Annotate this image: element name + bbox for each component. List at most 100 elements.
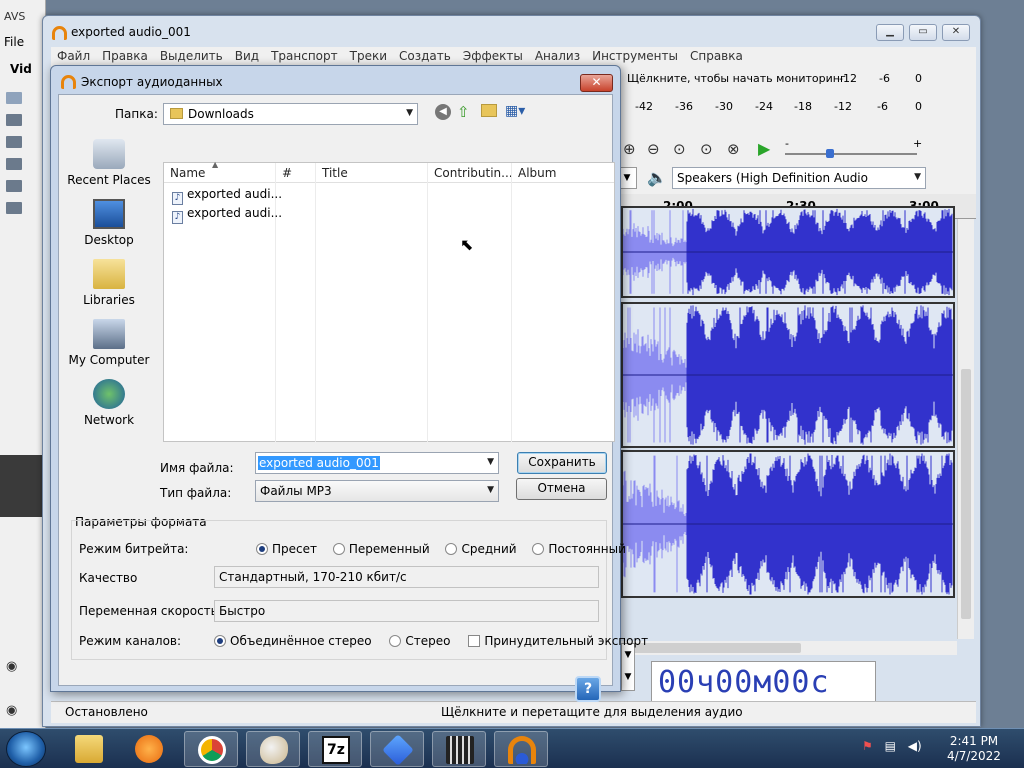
zoom-out-icon[interactable]: ⊖ — [647, 140, 660, 158]
dialog-close-button[interactable]: ✕ — [580, 74, 613, 92]
start-button[interactable] — [6, 731, 46, 767]
chevron-down-icon: ▼ — [406, 108, 413, 118]
column-name[interactable]: Name — [170, 166, 205, 180]
radio-average[interactable]: Средний — [445, 542, 517, 556]
place-desktop[interactable]: Desktop — [59, 199, 159, 247]
cancel-button[interactable]: Отмена — [516, 478, 607, 500]
clock[interactable]: 2:41 PM 4/7/2022 — [942, 734, 1006, 764]
selection-dropdown[interactable]: ▼ ▼ — [621, 643, 635, 691]
minimize-button[interactable]: ▁ — [876, 24, 904, 41]
folder-dropdown[interactable]: Downloads ▼ — [163, 103, 418, 125]
column-title[interactable]: Title — [322, 166, 348, 180]
monitor-prompt[interactable]: Щёлкните, чтобы начать мониторинг — [627, 72, 846, 85]
output-device-dropdown[interactable]: Speakers (High Definition Audio ▼ — [672, 167, 926, 189]
radio-indicator[interactable] — [389, 635, 402, 647]
menu-help[interactable]: Справка — [684, 47, 749, 63]
close-button[interactable]: ✕ — [942, 24, 970, 41]
menu-tools[interactable]: Инструменты — [586, 47, 684, 63]
radio-indicator[interactable] — [214, 635, 226, 647]
list-item[interactable]: ♪ exported audi... — [172, 206, 282, 224]
background-app-tab[interactable]: Vid — [10, 62, 32, 76]
help-button[interactable]: ? — [575, 676, 601, 702]
menu-file[interactable]: Файл — [51, 47, 96, 63]
eye-icon[interactable]: ◉ — [6, 703, 17, 718]
taskbar-chrome[interactable] — [184, 731, 238, 767]
eye-icon[interactable]: ◉ — [6, 659, 17, 674]
horizontal-scrollbar[interactable] — [621, 641, 957, 655]
radio-indicator[interactable] — [445, 543, 458, 555]
force-export-checkbox[interactable]: Принудительный экспорт — [468, 634, 648, 648]
radio-joint-stereo[interactable]: Объединённое стерео — [214, 634, 372, 648]
audio-track-1[interactable] — [621, 206, 955, 298]
vertical-scrollbar[interactable] — [957, 219, 974, 639]
radio-stereo[interactable]: Стерео — [389, 634, 451, 648]
column-album[interactable]: Album — [518, 166, 556, 180]
radio-indicator[interactable] — [532, 543, 545, 555]
taskbar-app-diamond[interactable] — [370, 731, 424, 767]
menu-select[interactable]: Выделить — [154, 47, 229, 63]
menu-view[interactable]: Вид — [229, 47, 265, 63]
column-number[interactable]: # — [282, 166, 292, 180]
taskbar-media-player[interactable] — [122, 731, 176, 767]
save-button[interactable]: Сохранить — [517, 452, 607, 474]
menu-analyze[interactable]: Анализ — [529, 47, 586, 63]
place-recent[interactable]: Recent Places — [59, 139, 159, 187]
quality-dropdown[interactable]: Стандартный, 170-210 кбит/с — [214, 566, 599, 588]
file-list[interactable]: Name ▲ # Title Contributin... Album ♪ exp… — [163, 160, 615, 442]
menu-generate[interactable]: Создать — [393, 47, 457, 63]
radio-indicator[interactable] — [256, 543, 268, 555]
taskbar-explorer[interactable] — [62, 731, 116, 767]
menu-transport[interactable]: Транспорт — [265, 47, 344, 63]
view-menu-icon[interactable]: ▦▾ — [505, 103, 525, 119]
fit-selection-icon[interactable]: ⊙ — [673, 140, 686, 158]
maximize-button[interactable]: ▭ — [909, 24, 937, 41]
back-icon[interactable]: ◀ — [435, 104, 451, 120]
checkbox-indicator[interactable] — [468, 635, 481, 647]
taskbar-video-editor[interactable] — [432, 731, 486, 767]
new-folder-icon[interactable] — [481, 104, 497, 117]
place-libraries[interactable]: Libraries — [59, 259, 159, 307]
folder-icon[interactable] — [6, 158, 22, 170]
place-network[interactable]: Network — [59, 379, 159, 427]
speed-slider-thumb[interactable] — [826, 149, 834, 158]
place-my-computer[interactable]: My Computer — [59, 319, 159, 367]
radio-preset[interactable]: Пресет — [256, 542, 317, 556]
menu-tracks[interactable]: Треки — [344, 47, 393, 63]
radio-variable[interactable]: Переменный — [332, 542, 430, 556]
time-display[interactable]: 00ч00м00с — [651, 661, 876, 705]
up-folder-icon[interactable]: ⇧ — [457, 103, 470, 121]
scroll-thumb[interactable] — [961, 369, 971, 619]
variable-speed-dropdown[interactable]: Быстро — [214, 600, 599, 622]
filename-input[interactable]: exported audio_001 ▼ — [255, 452, 499, 474]
action-center-icon[interactable]: ⚑ — [862, 739, 873, 753]
speed-slider-track[interactable] — [785, 153, 917, 155]
taskbar-7zip[interactable]: 7z — [308, 731, 362, 767]
zoom-toggle-icon[interactable]: ⊗ — [727, 140, 740, 158]
column-contributing[interactable]: Contributin... — [434, 166, 513, 180]
folder-icon[interactable] — [6, 202, 22, 214]
background-app-file-menu[interactable]: File — [4, 35, 24, 49]
folder-icon[interactable] — [6, 136, 22, 148]
radio-constant[interactable]: Постоянный — [532, 542, 626, 556]
filetype-dropdown[interactable]: Файлы MP3 ▼ — [255, 480, 499, 502]
taskbar-audacity[interactable] — [494, 731, 548, 767]
audio-track-2-right[interactable] — [621, 450, 955, 598]
audio-track-2-left[interactable] — [621, 302, 955, 448]
taskbar-paint[interactable] — [246, 731, 300, 767]
folder-icon[interactable] — [6, 92, 22, 104]
channel-mode-options: Объединённое стерео Стерео Принудительны… — [214, 634, 648, 648]
play-at-speed-icon[interactable]: ▶ — [758, 139, 770, 158]
fit-project-icon[interactable]: ⊙ — [700, 140, 713, 158]
audio-file-icon: ♪ — [172, 211, 183, 224]
status-left: Остановлено — [65, 705, 148, 719]
folder-icon[interactable] — [6, 114, 22, 126]
folder-icon[interactable] — [6, 180, 22, 192]
menu-effects[interactable]: Эффекты — [457, 47, 529, 63]
clock-time: 2:41 PM — [949, 734, 999, 748]
network-icon[interactable]: ▤ — [885, 739, 896, 753]
volume-icon[interactable]: ◀) — [908, 739, 922, 753]
menu-edit[interactable]: Правка — [96, 47, 154, 63]
zoom-in-icon[interactable]: ⊕ — [623, 140, 636, 158]
radio-indicator[interactable] — [332, 543, 345, 555]
list-item[interactable]: ♪ exported audi... — [172, 187, 282, 205]
